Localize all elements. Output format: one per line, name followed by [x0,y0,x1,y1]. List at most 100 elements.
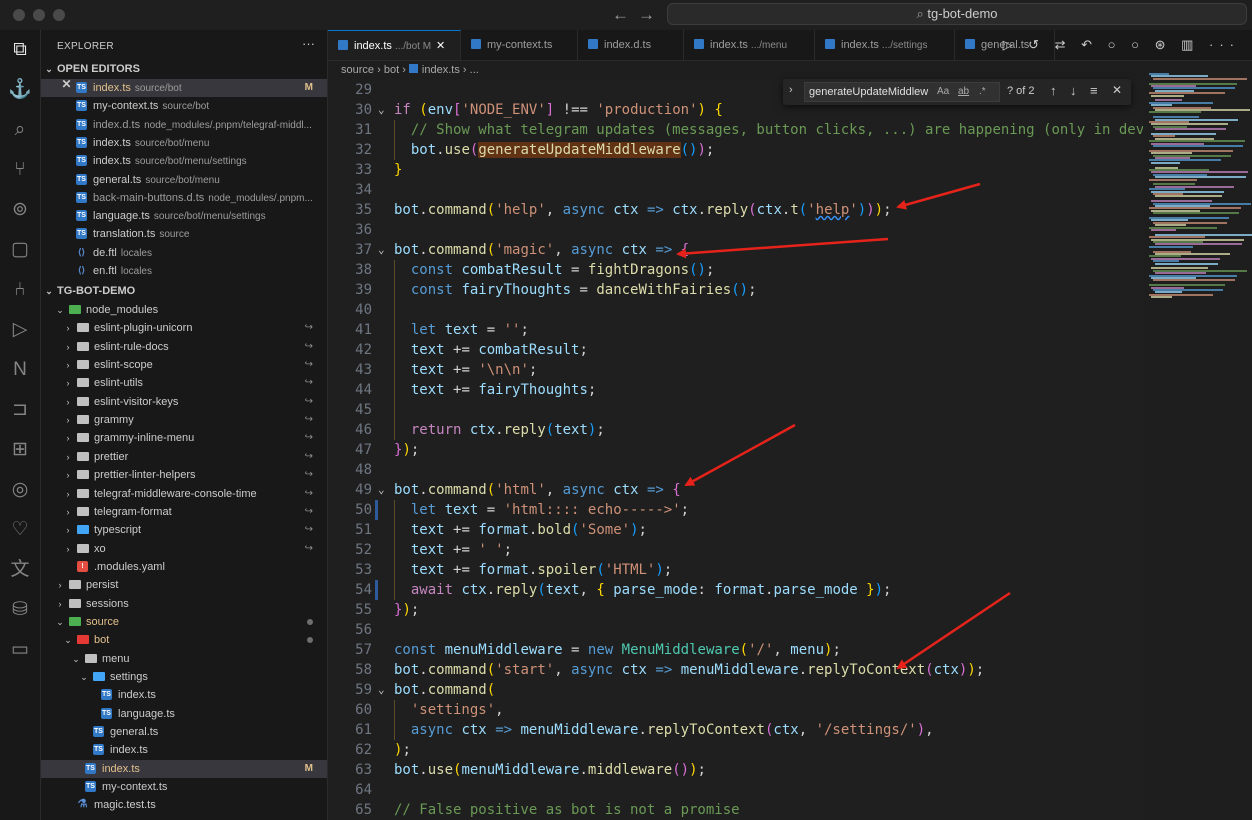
close-icon[interactable]: ✕ [61,79,72,90]
tree-item[interactable]: › prettier ↪ [41,448,327,466]
line-number: 35 [355,202,372,218]
notebook-icon[interactable]: N [8,358,32,382]
back-arrow-icon[interactable]: ← [612,5,629,25]
breadcrumb-source[interactable]: source [341,64,374,76]
file-name: index.ts [110,744,148,757]
tree-item[interactable]: › grammy-inline-menu ↪ [41,429,327,447]
open-editor-item[interactable]: ⟨⟩ en.ftl locales [41,262,327,280]
tree-item[interactable]: › eslint-visitor-keys ↪ [41,393,327,411]
tree-item[interactable]: ⚗ magic.test.ts [41,796,327,814]
window-close-button[interactable] [13,9,25,21]
open-editor-item[interactable]: TS index.ts source/bot/menu [41,134,327,152]
tree-item[interactable]: › eslint-plugin-unicorn ↪ [41,319,327,337]
extensions-icon[interactable]: ⊞ [8,438,32,462]
tree-item[interactable]: TS language.ts [41,705,327,723]
window-zoom-button[interactable] [53,9,65,21]
tree-item[interactable]: ⌄ source [41,613,327,631]
match-case-toggle[interactable]: Aa [937,83,949,101]
source-control-icon[interactable]: ⑂ [8,158,32,182]
line-number: 61 [355,722,372,738]
previous-match-icon[interactable]: ↑ [1050,83,1057,98]
tree-item[interactable]: ⌄ menu [41,650,327,668]
database-icon[interactable]: ⛁ [8,598,32,622]
tree-item[interactable]: › xo ↪ [41,540,327,558]
tab-my-context-ts[interactable]: my-context.ts [461,30,578,60]
tab-general-ts[interactable]: general.ts [955,30,1055,60]
tree-item[interactable]: ! .modules.yaml [41,558,327,576]
heart-icon[interactable]: ♡ [8,518,32,542]
git-graph-icon[interactable]: ⑃ [8,278,32,302]
open-editors-header[interactable]: ⌄ OPEN EDITORS [41,60,327,78]
regex-toggle[interactable]: .* [979,83,986,101]
fold-chevron-icon[interactable]: ⌄ [378,100,385,120]
run-debug-icon[interactable]: ⊚ [8,198,32,222]
close-find-icon[interactable]: ✕ [1112,83,1122,97]
project-header[interactable]: ⌄ TG-BOT-DEMO [41,282,327,300]
tree-item[interactable]: ⌄ settings [41,668,327,686]
next-match-icon[interactable]: ↓ [1070,83,1077,98]
open-editor-item[interactable]: TS index.ts source/bot/menu/settings [41,152,327,170]
open-editor-item[interactable]: TS translation.ts source [41,225,327,243]
bookmark-icon[interactable]: ⊐ [8,398,32,422]
open-editor-item[interactable]: ✕ TS index.ts source/bot M [41,79,327,97]
tree-item[interactable]: ⌄ node_modules [41,301,327,319]
chat-icon[interactable]: ▢ [8,238,32,262]
tree-item[interactable]: ⌄ bot [41,631,327,649]
fold-chevron-icon[interactable]: ⌄ [378,680,385,700]
open-editor-item[interactable]: ⟨⟩ de.ftl locales [41,244,327,262]
open-editor-item[interactable]: TS language.ts source/bot/menu/settings [41,207,327,225]
tree-item[interactable]: TS index.ts M [41,759,327,778]
line-number: 58 [355,662,372,678]
open-editor-item[interactable]: TS general.ts source/bot/menu [41,171,327,189]
command-center-search[interactable]: ⌕ tg-bot-demo [667,3,1247,25]
tree-item[interactable]: TS index.ts [41,686,327,704]
tree-item[interactable]: › grammy ↪ [41,411,327,429]
tab-path: .../bot M [394,41,432,52]
search-icon[interactable]: ⌕ [8,118,32,142]
tree-item[interactable]: › telegram-format ↪ [41,503,327,521]
breadcrumb-symbol[interactable]: ... [470,64,479,76]
find-in-selection-icon[interactable]: ≡ [1090,83,1098,98]
breadcrumb-file[interactable]: index.ts [422,64,460,76]
open-editor-item[interactable]: TS back-main-buttons.d.ts node_modules/.pn… [41,189,327,207]
gitlens-icon[interactable]: ◎ [8,478,32,502]
more-actions-icon[interactable]: ··· [302,36,315,51]
toggle-replace-icon[interactable]: › [789,84,793,96]
tree-item[interactable]: TS my-context.ts [41,778,327,796]
open-editor-item[interactable]: TS my-context.ts source/bot [41,97,327,115]
tree-item[interactable]: › sessions [41,595,327,613]
typescript-file-icon: TS [85,781,96,793]
breadcrumb-bot[interactable]: bot [384,64,399,76]
tab-index-ts[interactable]: index.ts .../bot M ✕ [328,30,461,60]
tree-item[interactable]: › telegraf-middleware-console-time ↪ [41,485,327,503]
fold-chevron-icon[interactable]: ⌄ [378,480,385,500]
whole-word-toggle[interactable]: ab [958,83,969,101]
open-editor-item[interactable]: TS index.d.ts node_modules/.pnpm/telegraf-… [41,116,327,134]
typescript-file-icon [338,40,348,50]
tab-index-d-ts[interactable]: index.d.ts [578,30,684,60]
forward-arrow-icon[interactable]: → [638,5,655,25]
window-minimize-button[interactable] [33,9,45,21]
tree-item[interactable]: TS index.ts [41,741,327,759]
find-input[interactable]: generateUpdateMiddlew Aa ab .* [804,82,1000,102]
tree-item[interactable]: › prettier-linter-helpers ↪ [41,466,327,484]
anchor-icon[interactable]: ⚓ [8,78,32,102]
close-tab-icon[interactable]: ✕ [436,40,445,52]
files-icon[interactable]: ⧉ [8,38,32,62]
tab-index-ts[interactable]: index.ts .../menu [684,30,815,60]
tab-index-ts[interactable]: index.ts .../settings [815,30,955,60]
tree-item[interactable]: › eslint-scope ↪ [41,356,327,374]
folder-icon[interactable]: ▭ [8,638,32,662]
tree-item[interactable]: TS general.ts [41,723,327,741]
tree-item[interactable]: › eslint-utils ↪ [41,374,327,392]
minimap[interactable] [1143,61,1252,820]
code-text: const menuMiddleware = new MenuMiddlewar… [394,642,841,658]
translate-icon[interactable]: 文 [8,558,32,582]
code-editor[interactable]: 29 30 ⌄ if (env['NODE_ENV'] !== 'production… [328,79,1143,820]
code-line: 43 text += '\n\n'; [328,360,1143,380]
tree-item[interactable]: › typescript ↪ [41,521,327,539]
fold-chevron-icon[interactable]: ⌄ [378,240,385,260]
debug-icon[interactable]: ▷ [8,318,32,342]
tree-item[interactable]: › eslint-rule-docs ↪ [41,338,327,356]
tree-item[interactable]: › persist [41,576,327,594]
